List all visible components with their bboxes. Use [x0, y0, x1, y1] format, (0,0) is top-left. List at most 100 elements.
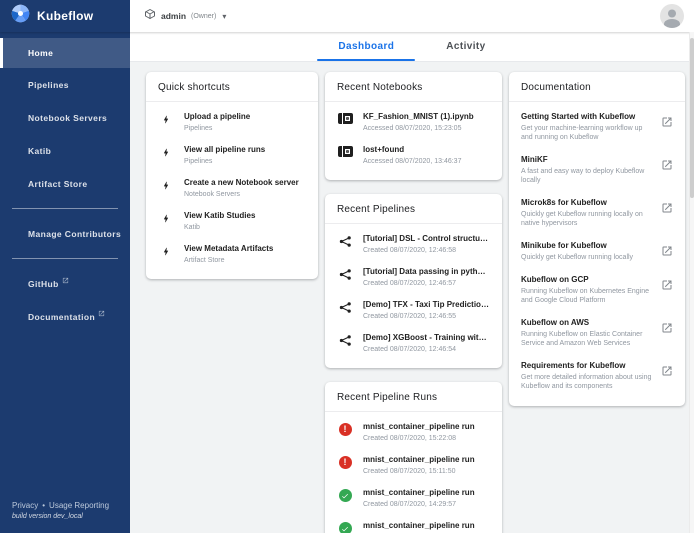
card-title: Recent Pipelines — [325, 194, 502, 223]
open-in-new-icon[interactable] — [661, 201, 673, 219]
sidebar-item-label: Katib — [28, 146, 51, 156]
build-version: build version dev_local — [12, 513, 118, 520]
doc-title: Getting Started with Kubeflow — [521, 112, 653, 122]
sidebar-item-label: Pipelines — [28, 80, 69, 90]
pipeline-title: [Demo] TFX - Taxi Tip Prediction Model T… — [363, 300, 490, 310]
sidebar-footer: Privacy • Usage Reporting build version … — [0, 501, 130, 533]
sidebar-item-label: Artifact Store — [28, 179, 87, 189]
pipeline-item[interactable]: [Demo] TFX - Taxi Tip Prediction Model T… — [337, 294, 490, 327]
error-icon: ! — [337, 423, 353, 436]
bolt-icon — [158, 113, 174, 126]
error-icon: ! — [337, 456, 353, 469]
shortcut-subtitle: Notebook Servers — [184, 190, 306, 199]
sidebar-item-github[interactable]: GitHub — [0, 267, 130, 300]
doc-item-microk8s[interactable]: Microk8s for Kubeflow Quickly get Kubefl… — [521, 192, 673, 235]
usage-reporting-link[interactable]: Usage Reporting — [49, 501, 109, 510]
pipeline-run-item[interactable]: ! mnist_container_pipeline run Created 0… — [337, 416, 490, 449]
doc-desc: Running Kubeflow on Elastic Container Se… — [521, 330, 653, 348]
privacy-link[interactable]: Privacy — [12, 501, 38, 510]
doc-item-getting-started[interactable]: Getting Started with Kubeflow Get your m… — [521, 106, 673, 149]
page-scrollbar[interactable] — [689, 32, 694, 533]
tab-activity[interactable]: Activity — [420, 32, 511, 61]
doc-desc: A fast and easy way to deploy Kubeflow l… — [521, 167, 653, 185]
doc-desc: Quickly get Kubeflow running locally on … — [521, 210, 653, 228]
quick-shortcuts-card: Quick shortcuts Upload a pipeline Pipeli… — [146, 72, 318, 279]
footer-separator: • — [42, 501, 45, 510]
doc-item-gcp[interactable]: Kubeflow on GCP Running Kubeflow on Kube… — [521, 269, 673, 312]
card-title: Quick shortcuts — [146, 72, 318, 101]
namespace-role: (Owner) — [191, 13, 216, 20]
shortcut-view-katib-studies[interactable]: View Katib Studies Katib — [158, 205, 306, 238]
open-in-new-icon[interactable] — [661, 115, 673, 133]
pipeline-subtitle: Created 08/07/2020, 12:46:58 — [363, 246, 490, 255]
bolt-icon — [158, 212, 174, 225]
scrollbar-thumb[interactable] — [690, 38, 694, 198]
pipeline-run-item[interactable]: mnist_container_pipeline run Created 08/… — [337, 515, 490, 533]
shortcut-title: Upload a pipeline — [184, 112, 306, 122]
sidebar-item-label: GitHub — [28, 279, 59, 289]
run-subtitle: Created 08/07/2020, 14:29:57 — [363, 500, 490, 509]
run-title: mnist_container_pipeline run — [363, 422, 490, 432]
sidebar-item-pipelines[interactable]: Pipelines — [0, 68, 130, 101]
doc-desc: Get more detailed information about usin… — [521, 373, 653, 391]
namespace-cube-icon — [144, 7, 156, 25]
sidebar-item-label: Documentation — [28, 312, 95, 322]
pipeline-item[interactable]: [Demo] XGBoost - Training with Confusion… — [337, 327, 490, 360]
notebook-item[interactable]: lost+found Accessed 08/07/2020, 13:46:37 — [337, 139, 490, 172]
pipeline-item[interactable]: [Tutorial] Data passing in python compon… — [337, 261, 490, 294]
doc-title: Microk8s for Kubeflow — [521, 198, 653, 208]
doc-desc: Running Kubeflow on Kubernetes Engine an… — [521, 287, 653, 305]
shortcut-subtitle: Katib — [184, 223, 306, 232]
shortcut-subtitle: Pipelines — [184, 157, 306, 166]
doc-item-minikube[interactable]: Minikube for Kubeflow Quickly get Kubefl… — [521, 235, 673, 269]
pipeline-subtitle: Created 08/07/2020, 12:46:54 — [363, 345, 490, 354]
sidebar-item-manage-contributors[interactable]: Manage Contributors — [0, 217, 130, 250]
namespace-selector[interactable]: admin (Owner) ▾ — [130, 0, 226, 32]
open-in-new-icon[interactable] — [661, 244, 673, 262]
notebook-icon — [337, 146, 353, 157]
pipeline-item[interactable]: [Tutorial] DSL - Control structures Crea… — [337, 228, 490, 261]
card-title: Documentation — [509, 72, 685, 101]
shortcut-create-notebook-server[interactable]: Create a new Notebook server Notebook Se… — [158, 172, 306, 205]
doc-item-minikf[interactable]: MiniKF A fast and easy way to deploy Kub… — [521, 149, 673, 192]
sidebar: Home Pipelines Notebook Servers Katib Ar… — [0, 32, 130, 533]
tab-dashboard[interactable]: Dashboard — [312, 32, 420, 61]
open-in-new-icon[interactable] — [661, 158, 673, 176]
notebook-item[interactable]: KF_Fashion_MNIST (1).ipynb Accessed 08/0… — [337, 106, 490, 139]
pipeline-run-item[interactable]: mnist_container_pipeline run Created 08/… — [337, 482, 490, 515]
shortcut-title: Create a new Notebook server — [184, 178, 306, 188]
run-title: mnist_container_pipeline run — [363, 488, 490, 498]
open-in-new-icon[interactable] — [661, 364, 673, 382]
user-avatar[interactable] — [660, 4, 684, 28]
open-in-new-icon[interactable] — [661, 321, 673, 339]
notebook-subtitle: Accessed 08/07/2020, 15:23:05 — [363, 124, 490, 133]
sidebar-item-label: Home — [28, 48, 53, 58]
doc-item-aws[interactable]: Kubeflow on AWS Running Kubeflow on Elas… — [521, 312, 673, 355]
shortcut-view-metadata-artifacts[interactable]: View Metadata Artifacts Artifact Store — [158, 238, 306, 271]
doc-desc: Quickly get Kubeflow running locally — [521, 253, 653, 262]
sidebar-item-notebook-servers[interactable]: Notebook Servers — [0, 101, 130, 134]
sidebar-item-home[interactable]: Home — [0, 38, 130, 68]
open-in-new-icon[interactable] — [661, 278, 673, 296]
notebook-icon — [337, 113, 353, 124]
kubeflow-brand[interactable]: Kubeflow — [0, 0, 130, 32]
sidebar-item-katib[interactable]: Katib — [0, 134, 130, 167]
notebook-title: lost+found — [363, 145, 490, 155]
shortcut-view-pipeline-runs[interactable]: View all pipeline runs Pipelines — [158, 139, 306, 172]
sidebar-divider — [12, 208, 118, 209]
namespace-name: admin — [161, 11, 186, 21]
doc-title: Requirements for Kubeflow — [521, 361, 653, 371]
sidebar-item-documentation[interactable]: Documentation — [0, 300, 130, 333]
pipeline-icon — [337, 268, 353, 281]
pipeline-icon — [337, 334, 353, 347]
shortcut-upload-pipeline[interactable]: Upload a pipeline Pipelines — [158, 106, 306, 139]
doc-item-requirements[interactable]: Requirements for Kubeflow Get more detai… — [521, 355, 673, 398]
notebook-title: KF_Fashion_MNIST (1).ipynb — [363, 112, 490, 122]
doc-title: Minikube for Kubeflow — [521, 241, 653, 251]
sidebar-item-artifact-store[interactable]: Artifact Store — [0, 167, 130, 200]
shortcut-subtitle: Artifact Store — [184, 256, 306, 265]
kubeflow-logo-icon — [11, 4, 30, 28]
card-title: Recent Pipeline Runs — [325, 382, 502, 411]
external-link-icon — [62, 276, 69, 286]
pipeline-run-item[interactable]: ! mnist_container_pipeline run Created 0… — [337, 449, 490, 482]
